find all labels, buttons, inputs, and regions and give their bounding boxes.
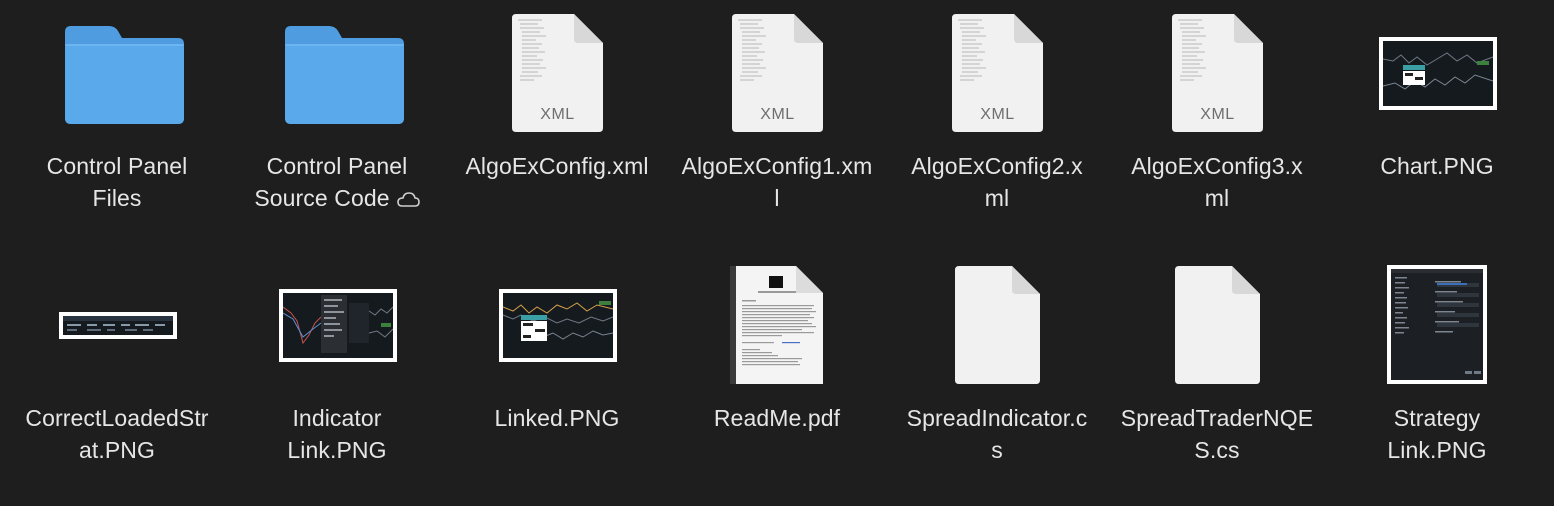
file-type-label: XML <box>980 106 1015 123</box>
file-name: CorrectLoadedStr at.PNG <box>25 405 209 463</box>
file-name: SpreadIndicator.c s <box>906 405 1088 463</box>
image-thumbnail-icon <box>7 252 227 382</box>
folder-icon <box>227 0 447 130</box>
pdf-thumbnail-icon <box>667 252 887 384</box>
image-thumbnail-icon <box>227 252 447 382</box>
file-type-label: XML <box>540 106 575 123</box>
file-type-label: XML <box>760 106 795 123</box>
file-name: Chart.PNG <box>1380 153 1494 179</box>
file-name: AlgoExConfig.xml <box>465 153 649 179</box>
file-name: Strategy Link.PNG <box>1387 405 1487 463</box>
file-name: AlgoExConfig1.xm l <box>681 153 873 211</box>
file-name: AlgoExConfig3.x ml <box>1131 153 1303 211</box>
file-name: Linked.PNG <box>494 405 620 431</box>
file-name: Control Panel Files <box>46 153 188 211</box>
file-name: Indicator Link.PNG <box>287 405 387 463</box>
xml-document-icon: XML <box>447 0 667 132</box>
xml-document-icon: XML <box>667 0 887 132</box>
document-icon <box>1107 252 1327 384</box>
image-thumbnail-icon <box>447 252 667 382</box>
file-name: AlgoExConfig2.x ml <box>911 153 1083 211</box>
file-name: Control Panel Source Code <box>227 150 447 216</box>
file-name: SpreadTraderNQE S.cs <box>1120 405 1314 463</box>
file-type-label: XML <box>1200 106 1235 123</box>
document-icon <box>887 252 1107 384</box>
cloud-icon <box>396 184 420 216</box>
finder-icon-grid: Control Panel Files Control Panel Source… <box>0 0 1554 506</box>
file-name: ReadMe.pdf <box>713 405 841 431</box>
image-thumbnail-icon <box>1327 252 1547 384</box>
folder-icon <box>7 0 227 130</box>
xml-document-icon: XML <box>887 0 1107 132</box>
image-thumbnail-icon <box>1327 0 1547 130</box>
xml-document-icon: XML <box>1107 0 1327 132</box>
